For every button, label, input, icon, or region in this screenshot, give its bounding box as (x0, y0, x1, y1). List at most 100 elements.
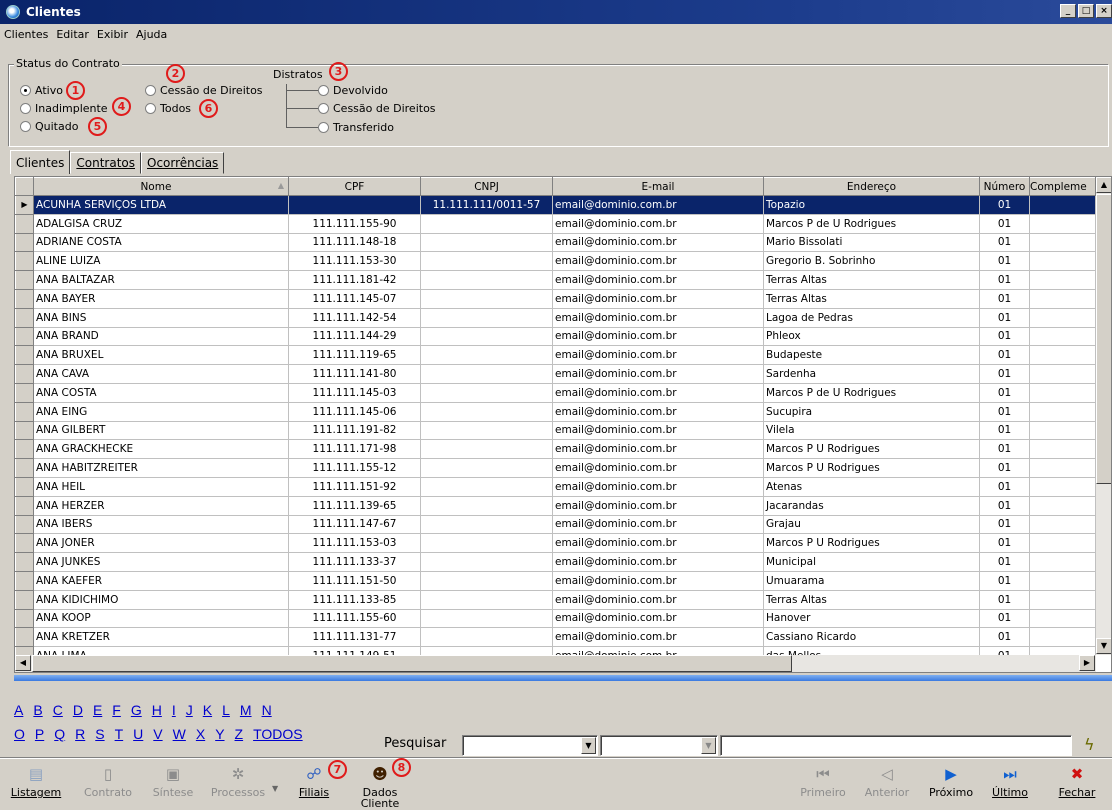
table-row[interactable]: ANA GRACKHECKE 111.111.171-98 email@domini… (15, 439, 1096, 460)
row-indicator[interactable] (15, 345, 34, 366)
letter-link[interactable]: L (222, 702, 230, 718)
row-indicator[interactable] (15, 270, 34, 290)
row-indicator[interactable] (15, 364, 34, 384)
row-indicator[interactable] (15, 476, 34, 497)
letter-link[interactable]: V (153, 726, 162, 742)
letter-link[interactable]: N (262, 702, 272, 718)
letter-link[interactable]: B (33, 702, 42, 718)
column-header-complemento[interactable]: Compleme (1029, 177, 1096, 196)
column-header-cpf[interactable]: CPF (288, 177, 421, 196)
row-indicator[interactable] (15, 552, 34, 572)
letter-link[interactable]: C (53, 702, 63, 718)
table-row[interactable]: ANA KRETZER 111.111.131-77 email@dominio.c… (15, 627, 1096, 648)
row-indicator[interactable] (15, 627, 34, 648)
row-indicator[interactable] (15, 382, 34, 403)
menu-editar[interactable]: Editar (56, 28, 89, 41)
radio-cessao-direitos[interactable]: Cessão de Direitos (145, 84, 263, 97)
chevron-down-icon[interactable]: ▼ (581, 737, 596, 754)
letter-link[interactable]: E (93, 702, 102, 718)
scroll-down-button[interactable]: ▼ (1096, 638, 1111, 654)
column-header-nome[interactable]: Nome ▲ (33, 177, 289, 196)
tab-clientes[interactable]: Clientes (10, 150, 71, 174)
primeiro-button[interactable]: ⏮ Primeiro (800, 760, 846, 808)
table-row[interactable]: ANA HABITZREITER 111.111.155-12 email@domi… (15, 458, 1096, 478)
row-indicator[interactable] (15, 307, 34, 328)
table-row[interactable]: ANA HERZER 111.111.139-65 email@dominio.co… (15, 495, 1096, 516)
clients-grid[interactable]: Nome ▲ CPF CNPJ E-mail Endereço Número Co… (14, 176, 1112, 673)
letter-link[interactable]: H (152, 702, 162, 718)
table-row[interactable]: ALINE LUIZA 111.111.153-30 email@dominio.c… (15, 251, 1096, 272)
splitter-bar[interactable] (14, 675, 1112, 681)
processos-dropdown-icon[interactable]: ▼ (272, 784, 278, 793)
radio-ativo[interactable]: Ativo (20, 84, 63, 97)
column-header-cnpj[interactable]: CNPJ (420, 177, 553, 196)
row-indicator[interactable] (15, 533, 34, 554)
ultimo-button[interactable]: ⏭ Último (990, 760, 1030, 808)
tab-contratos[interactable]: Contratos (70, 152, 141, 174)
radio-inadimplente[interactable]: Inadimplente (20, 102, 108, 115)
letter-link[interactable]: W (173, 726, 186, 742)
menu-ajuda[interactable]: Ajuda (136, 28, 167, 41)
letter-link[interactable]: D (73, 702, 83, 718)
row-indicator[interactable] (15, 213, 34, 234)
scroll-up-button[interactable]: ▲ (1096, 177, 1111, 193)
table-row[interactable]: ANA CAVA 111.111.141-80 email@dominio.com.… (15, 364, 1096, 384)
scroll-thumb[interactable] (32, 655, 792, 672)
vertical-scrollbar[interactable]: ▲ ▼ (1096, 177, 1111, 655)
table-row[interactable]: ▶ ACUNHA SERVIÇOS LTDA 11.111.111/0011-57 e… (15, 195, 1096, 215)
row-indicator[interactable] (15, 439, 34, 460)
radio-transferido[interactable]: Transferido (318, 121, 394, 134)
row-indicator[interactable] (15, 495, 34, 516)
maximize-button[interactable]: □ (1078, 4, 1094, 18)
row-indicator[interactable] (15, 288, 34, 309)
letter-link[interactable]: P (35, 726, 44, 742)
table-row[interactable]: ANA KIDICHIMO 111.111.133-85 email@dominio… (15, 589, 1096, 610)
radio-devolvido[interactable]: Devolvido (318, 84, 388, 97)
letter-link[interactable]: G (131, 702, 142, 718)
listagem-button[interactable]: ▤ Listagem (10, 760, 62, 808)
sintese-button[interactable]: ▣ Síntese (150, 760, 196, 808)
search-input[interactable] (720, 735, 1072, 756)
table-row[interactable]: ANA BRUXEL 111.111.119-65 email@dominio.co… (15, 345, 1096, 366)
radio-quitado[interactable]: Quitado (20, 120, 78, 133)
row-indicator[interactable]: ▶ (15, 195, 34, 215)
table-row[interactable]: ANA BALTAZAR 111.111.181-42 email@dominio.… (15, 270, 1096, 290)
letter-link[interactable]: S (95, 726, 104, 742)
fechar-button[interactable]: ✖ Fechar (1054, 760, 1100, 808)
lightning-icon[interactable]: ϟ (1084, 735, 1095, 754)
letter-link[interactable]: X (196, 726, 205, 742)
contrato-button[interactable]: ▯ Contrato (80, 760, 136, 808)
row-indicator[interactable] (15, 514, 34, 535)
menu-exibir[interactable]: Exibir (97, 28, 128, 41)
table-row[interactable]: ANA BINS 111.111.142-54 email@dominio.com.… (15, 307, 1096, 328)
filiais-button[interactable]: ☍ Filiais (296, 760, 332, 808)
letter-link[interactable]: I (172, 702, 176, 718)
row-indicator[interactable] (15, 420, 34, 441)
letter-link[interactable]: R (75, 726, 85, 742)
chevron-down-icon[interactable]: ▼ (701, 737, 716, 754)
letter-link[interactable]: A (14, 702, 23, 718)
table-row[interactable]: ANA JUNKES 111.111.133-37 email@dominio.co… (15, 552, 1096, 572)
row-indicator[interactable] (15, 458, 34, 478)
letter-link[interactable]: T (115, 726, 124, 742)
tab-ocorrencias[interactable]: Ocorrências (141, 152, 225, 174)
search-field-select[interactable]: ▼ (462, 735, 598, 756)
proximo-button[interactable]: ▶ Próximo (926, 760, 976, 808)
letter-link[interactable]: J (186, 702, 193, 718)
letter-link[interactable]: Q (54, 726, 65, 742)
table-row[interactable]: ANA EING 111.111.145-06 email@dominio.com.… (15, 401, 1096, 422)
table-row[interactable]: ANA COSTA 111.111.145-03 email@dominio.com… (15, 382, 1096, 403)
column-header-email[interactable]: E-mail (552, 177, 764, 196)
table-row[interactable]: ANA KOOP 111.111.155-60 email@dominio.com.… (15, 608, 1096, 629)
scroll-left-button[interactable]: ◀ (15, 655, 31, 671)
minimize-button[interactable]: _ (1060, 4, 1076, 18)
row-indicator[interactable] (15, 401, 34, 422)
table-row[interactable]: ANA JONER 111.111.153-03 email@dominio.com… (15, 533, 1096, 554)
table-row[interactable]: ANA BRAND 111.111.144-29 email@dominio.com… (15, 326, 1096, 347)
row-indicator[interactable] (15, 608, 34, 629)
column-header-numero[interactable]: Número (979, 177, 1030, 196)
table-row[interactable]: ADALGISA CRUZ 111.111.155-90 email@dominio… (15, 213, 1096, 234)
row-indicator[interactable] (15, 326, 34, 347)
table-row[interactable]: ANA GILBERT 111.111.191-82 email@dominio.c… (15, 420, 1096, 441)
row-indicator[interactable] (15, 251, 34, 272)
